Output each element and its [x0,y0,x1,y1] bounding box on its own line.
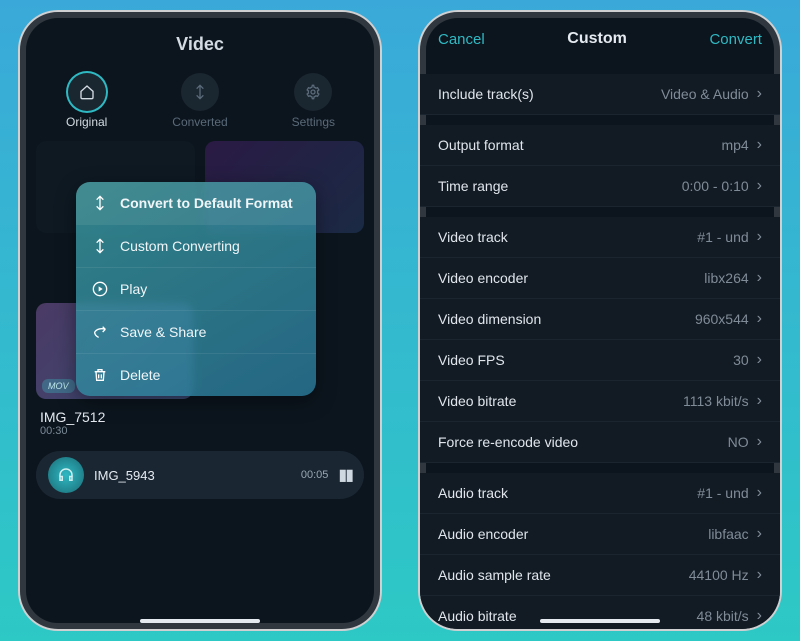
chevron-right-icon: › [757,269,762,287]
player-track-name: IMG_5943 [94,468,291,483]
home-indicator [140,619,260,623]
setting-value: 48 kbit/s [697,608,749,624]
menu-item-label: Play [120,281,147,297]
setting-value: #1 - und [697,229,748,245]
setting-value: #1 - und [697,485,748,501]
settings-row[interactable]: Video FPS30 › [420,340,780,381]
setting-value: mp4 [721,137,748,153]
setting-key: Video bitrate [438,393,683,409]
setting-key: Time range [438,178,682,194]
settings-row[interactable]: Video encoderlibx264 › [420,258,780,299]
settings-row[interactable]: Include track(s)Video & Audio › [420,74,780,115]
tab-label: Settings [292,115,335,129]
settings-row[interactable]: Video bitrate1113 kbit/s › [420,381,780,422]
settings-row[interactable]: Time range0:00 - 0:10 › [420,166,780,207]
setting-value: 44100 Hz [689,567,749,583]
menu-item-label: Save & Share [120,324,206,340]
settings-row[interactable]: Video track#1 - und › [420,217,780,258]
settings-list: Include track(s)Video & Audio›Output for… [420,60,780,629]
pause-button[interactable]: ▮▮ [338,465,352,485]
setting-key: Force re-encode video [438,434,728,450]
headphones-icon[interactable] [48,457,84,493]
chevron-right-icon: › [757,433,762,451]
setting-key: Audio sample rate [438,567,689,583]
tab-original[interactable]: Original [30,73,143,129]
chevron-right-icon: › [757,392,762,410]
tab-converted[interactable]: Converted [143,73,256,129]
phone-left-mockup: Videc Original Converted Settings [18,10,382,631]
setting-value: 30 [733,352,749,368]
share-icon [92,324,108,340]
menu-save-share[interactable]: Save & Share [76,310,316,353]
menu-item-label: Convert to Default Format [120,195,293,211]
setting-key: Video track [438,229,697,245]
app-title: Videc [20,12,380,67]
chevron-right-icon: › [757,228,762,246]
menu-delete[interactable]: Delete [76,353,316,396]
setting-value: libfaac [708,526,748,542]
chevron-right-icon: › [757,136,762,154]
play-icon [92,281,108,297]
menu-convert-default[interactable]: Convert to Default Format [76,182,316,224]
recycle-icon [181,73,219,111]
menu-item-label: Custom Converting [120,238,240,254]
chevron-right-icon: › [757,607,762,625]
setting-value: Video & Audio [661,86,749,102]
menu-play[interactable]: Play [76,267,316,310]
chevron-right-icon: › [757,525,762,543]
mini-player: IMG_5943 00:05 ▮▮ [36,451,364,499]
setting-value: NO [728,434,749,450]
settings-row[interactable]: Audio track#1 - und › [420,473,780,514]
recycle-icon [92,238,108,254]
home-indicator [540,619,660,623]
chevron-right-icon: › [757,310,762,328]
context-menu: Convert to Default Format Custom Convert… [76,182,316,396]
convert-button[interactable]: Convert [709,31,762,48]
setting-key: Video FPS [438,352,733,368]
settings-row[interactable]: Force re-encode videoNO › [420,422,780,463]
chevron-right-icon: › [757,177,762,195]
setting-value: 0:00 - 0:10 [682,178,749,194]
tab-settings[interactable]: Settings [257,73,370,129]
chevron-right-icon: › [757,351,762,369]
phone-right-mockup: Cancel Custom Convert Include track(s)Vi… [418,10,782,631]
setting-key: Output format [438,137,721,153]
menu-item-label: Delete [120,367,160,383]
settings-row[interactable]: Audio bitrate48 kbit/s› [420,596,780,629]
menu-custom-convert[interactable]: Custom Converting [76,224,316,267]
tab-label: Converted [172,115,227,129]
setting-key: Audio track [438,485,697,501]
setting-key: Video dimension [438,311,695,327]
player-time: 00:05 [301,469,329,481]
settings-row[interactable]: Audio sample rate44100 Hz › [420,555,780,596]
chevron-right-icon: › [757,85,762,103]
file-duration: 00:30 [20,425,380,437]
format-badge: MOV [42,379,75,393]
chevron-right-icon: › [757,566,762,584]
tab-label: Original [66,115,107,129]
trash-icon [92,367,108,383]
home-icon [68,73,106,111]
settings-row[interactable]: Output formatmp4 › [420,125,780,166]
file-name: IMG_7512 [20,399,380,425]
setting-key: Include track(s) [438,86,661,102]
tab-bar: Original Converted Settings [20,67,380,141]
setting-key: Video encoder [438,270,704,286]
setting-key: Audio encoder [438,526,708,542]
setting-value: 960x544 [695,311,749,327]
nav-bar: Cancel Custom Convert [420,12,780,60]
nav-title: Custom [567,30,627,48]
cancel-button[interactable]: Cancel [438,31,485,48]
chevron-right-icon: › [757,484,762,502]
setting-value: 1113 kbit/s [683,393,749,409]
recycle-icon [92,195,108,211]
setting-value: libx264 [704,270,748,286]
settings-row[interactable]: Audio encoderlibfaac › [420,514,780,555]
settings-row[interactable]: Video dimension960x544 › [420,299,780,340]
gear-icon [294,73,332,111]
